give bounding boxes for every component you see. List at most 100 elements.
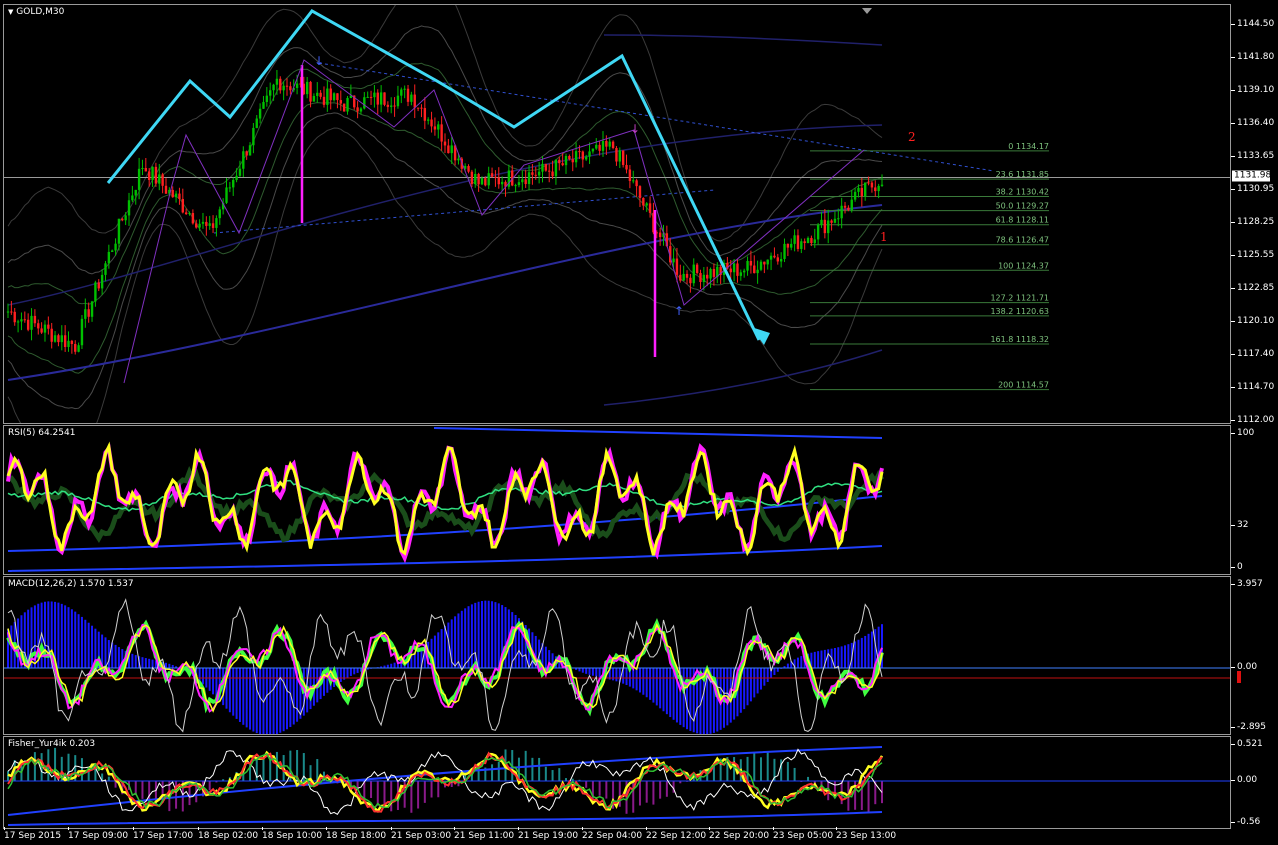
- candle-body: [322, 96, 326, 105]
- candle-body: [544, 163, 548, 171]
- price-axis-tick: 1114.70: [1230, 382, 1275, 392]
- candle-body: [174, 193, 178, 198]
- candle-body: [813, 239, 816, 244]
- candle-body: [400, 89, 403, 96]
- candle-body: [228, 187, 232, 189]
- candle-body: [309, 81, 312, 102]
- time-axis-label: 23 Sep 05:00: [773, 827, 834, 841]
- fisher-histogram-bar: [598, 781, 601, 796]
- candle-body: [632, 180, 635, 182]
- candle-body: [571, 159, 574, 163]
- candle-body: [171, 189, 174, 198]
- candle-body: [134, 189, 137, 196]
- candle-body: [749, 261, 753, 266]
- fisher-histogram-bar: [370, 781, 373, 798]
- candle-body: [584, 156, 588, 160]
- candle-body: [252, 127, 255, 146]
- fisher-histogram-bar: [491, 764, 494, 781]
- candle-body: [181, 199, 184, 213]
- fisher-histogram-bar: [80, 758, 83, 781]
- rsi-pane[interactable]: RSI(5) 64.2541: [3, 425, 1231, 575]
- candle-body: [806, 237, 810, 244]
- candle-body: [615, 148, 618, 162]
- candle-body: [487, 173, 490, 186]
- candle-body: [548, 170, 551, 172]
- price-chart-svg: 0 1134.17 23.6 1131.85 38.2 1130.42 50.0 11…: [4, 5, 1230, 423]
- candle-body: [843, 205, 847, 208]
- candle-body: [648, 203, 652, 213]
- candle-body: [786, 243, 790, 248]
- candle-body: [60, 335, 63, 343]
- candle-body: [312, 95, 316, 102]
- candle-body: [111, 250, 114, 252]
- macd-pane[interactable]: MACD(12,26,2) 1.570 1.537: [3, 576, 1231, 735]
- candle-body: [685, 273, 689, 278]
- fisher-pane[interactable]: Fisher_Yur4ik 0.203: [3, 736, 1231, 829]
- candle-body: [359, 108, 363, 112]
- candle-body: [121, 218, 124, 221]
- candle-body: [195, 223, 198, 228]
- candle-body: [215, 218, 218, 228]
- candle-body: [783, 243, 786, 259]
- candle-body: [857, 187, 860, 192]
- candle-body: [178, 193, 181, 200]
- candle-body: [816, 224, 820, 240]
- candle-body: [74, 343, 77, 352]
- candle-body: [94, 282, 97, 302]
- candle-body: [433, 126, 437, 130]
- candle-body: [706, 274, 709, 279]
- candle-body: [443, 141, 447, 146]
- candle-body: [827, 220, 830, 234]
- candle-body: [608, 141, 611, 147]
- candle-body: [470, 171, 474, 185]
- candle-body: [500, 181, 504, 185]
- fisher-histogram-bar: [659, 781, 662, 799]
- candle-body: [238, 168, 242, 176]
- candle-body: [766, 259, 769, 265]
- candle-body: [480, 178, 484, 185]
- candle-body: [80, 318, 84, 346]
- candle-body: [144, 168, 148, 172]
- candle-body: [423, 108, 427, 121]
- fisher-histogram-bar: [538, 757, 541, 781]
- candle-body: [235, 175, 238, 181]
- fisher-histogram-bar: [497, 761, 500, 781]
- candle-body: [601, 140, 605, 151]
- price-axis-tick: 1117.40: [1230, 349, 1275, 359]
- candle-body: [262, 101, 265, 109]
- candle-body: [484, 178, 487, 186]
- fisher-histogram-bar: [766, 752, 769, 781]
- fisher-histogram-bar: [376, 781, 379, 806]
- candle-body: [63, 335, 67, 348]
- candle-body: [497, 177, 500, 185]
- candle-body: [161, 174, 164, 186]
- fisher-histogram-bar: [208, 781, 211, 791]
- candle-body: [77, 345, 80, 352]
- down-arrow-marker: ↓: [314, 54, 324, 68]
- macd-axis-tick: -2.895: [1230, 722, 1267, 732]
- main-chart-pane[interactable]: ▼ GOLD,M30 0 1134.17 23.6 1131.85 38.2 113…: [3, 4, 1231, 424]
- candle-body: [410, 94, 413, 102]
- fisher-svg: [4, 746, 1230, 826]
- candle-body: [658, 232, 662, 238]
- candle-body: [837, 218, 840, 220]
- candle-body: [759, 261, 763, 270]
- candle-body: [729, 268, 732, 273]
- candle-body: [373, 92, 376, 98]
- macd-axis-tick: 3.957: [1231, 579, 1263, 589]
- candle-body: [860, 187, 864, 197]
- candle-body: [326, 88, 329, 105]
- price-axis-tick: 1133.65: [1230, 151, 1275, 161]
- fisher-histogram-bar: [638, 781, 641, 806]
- current-price-label: 1131.98: [1232, 170, 1272, 182]
- candle-body: [635, 180, 638, 187]
- candle-body: [329, 88, 332, 101]
- candle-body: [477, 173, 480, 185]
- candle-body: [457, 158, 460, 161]
- candle-body: [141, 168, 144, 170]
- candle-body: [158, 174, 161, 184]
- candle-body: [403, 88, 406, 90]
- candle-body: [20, 319, 23, 322]
- fisher-histogram-bar: [618, 781, 621, 807]
- candle-body: [342, 103, 346, 112]
